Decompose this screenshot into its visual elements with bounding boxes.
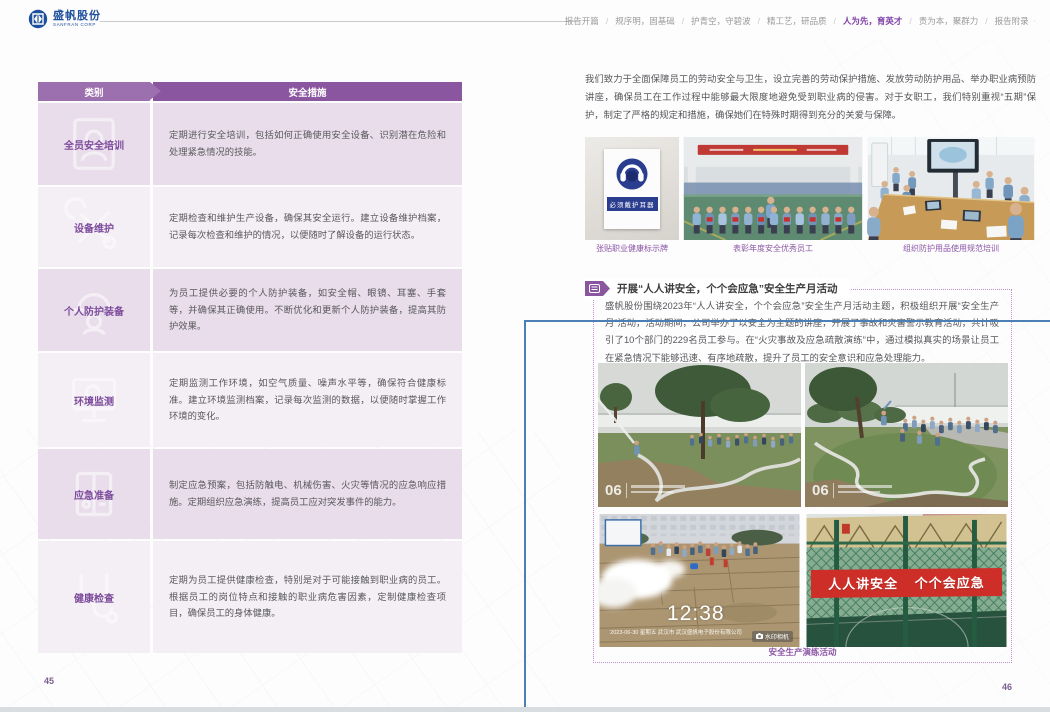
photo-badge: 06	[812, 483, 892, 498]
nav-item-appendix[interactable]: 报告附录	[978, 15, 1028, 27]
annotation-line-vertical	[524, 320, 526, 712]
measure-cell: 定期监测工作环境，如空气质量、噪声水平等，确保符合健康标准。建立环境监测档案，记…	[153, 353, 462, 447]
photo-drill-hose: 06	[598, 363, 801, 507]
case-title: 开展“人人讲安全，个个会应急”安全生产月活动	[585, 278, 850, 299]
photo-drill-assembly: 06	[805, 363, 1008, 507]
photo-caption: 表彰年度安全优秀员工	[683, 243, 863, 254]
table-row: 全员安全培训 定期进行安全培训，包括如何正确使用安全设备、识别潜在危险和处理紧急…	[38, 103, 462, 185]
table-row: 设备维护 定期检查和维护生产设备，确保其安全运行。建立设备维护档案，记录每次检查…	[38, 187, 462, 267]
photo-awarded-employees	[683, 137, 863, 240]
photo-extinguisher-drill: 12:38 2023-06-30 星期五 武汉市 武汉盛帆电子股份有限公司 水印…	[598, 514, 801, 647]
photo-timestamp: 12:38	[667, 602, 725, 626]
category-label: 健康检查	[74, 590, 114, 605]
mandatory-sign-card: 必须戴护耳器	[604, 149, 660, 229]
category-label: 应急准备	[74, 487, 114, 502]
intro-paragraph: 我们致力于全面保障员工的劳动安全与卫生，设立完善的劳动保护措施、发放劳动防护用品…	[585, 70, 1036, 124]
safety-month-case-box: 开展“人人讲安全，个个会应急”安全生产月活动 盛帆股份围绕2023年“人人讲安全…	[593, 289, 1012, 663]
col-header-category: 类别	[38, 82, 150, 101]
nav-item-people-active[interactable]: 人为先，育英才	[826, 15, 902, 27]
nav-suffix-dot: ·	[1034, 18, 1036, 25]
drill-photos-caption: 安全生产演练活动	[594, 646, 1011, 658]
category-cell: 健康检查	[38, 541, 150, 653]
measure-cell: 制定应急预案，包括防触电、机械伤害、火灾等情况的应急响应措施。定期组织应急演练，…	[153, 449, 462, 539]
company-logo: 盛帆股份 SANFRAN CORP	[28, 9, 101, 29]
intro-caption-row: 张贴职业健康标示牌 表彰年度安全优秀员工 组织防护用品使用规范培训	[585, 243, 1035, 254]
category-cell: 个人防护装备	[38, 269, 150, 351]
measure-text: 定期进行安全培训，包括如何正确使用安全设备、识别潜在危险和处理紧急情况的技能。	[169, 127, 446, 160]
case-title-text: 开展“人人讲安全，个个会应急”安全生产月活动	[617, 281, 838, 296]
company-name: 盛帆股份	[53, 10, 101, 22]
photo-timestamp-detail: 2023-06-30 星期五 武汉市 武汉盛帆电子股份有限公司	[610, 628, 742, 636]
company-logo-icon	[28, 9, 48, 29]
list-badge-icon	[585, 281, 610, 296]
nav-item-quality[interactable]: 精工艺，研品质	[751, 15, 827, 27]
measure-cell: 定期为员工提供健康检查，特别是对于可能接触到职业病的员工。根据员工的岗位特点和接…	[153, 541, 462, 653]
safety-banner: 人人讲安全 个个会应急	[811, 568, 1002, 598]
nav-item-responsibility[interactable]: 责为本，聚群力	[902, 15, 978, 27]
nav-item-governance[interactable]: 规序明，固基础	[599, 15, 675, 27]
annotation-line-horizontal	[524, 320, 1050, 322]
category-cell: 全员安全培训	[38, 103, 150, 185]
breadcrumb: 报告开篇 规序明，固基础 护青空，守碧波 精工艺，研品质 人为先，育英才 责为本…	[565, 15, 1036, 27]
category-cell: 应急准备	[38, 449, 150, 539]
page-number-left: 45	[44, 676, 54, 686]
watermark-badge: 水印相机	[752, 631, 793, 642]
col-header-measure: 安全措施	[153, 82, 462, 101]
header-divider	[100, 21, 576, 22]
bottom-bar	[0, 707, 1050, 712]
case-body-text: 盛帆股份围绕2023年“人人讲安全，个个会应急”安全生产月活动主题，积极组织开展…	[605, 298, 999, 367]
photo-health-sign: 必须戴护耳器	[585, 137, 679, 240]
photo-caption: 张贴职业健康标示牌	[585, 243, 679, 254]
category-label: 设备维护	[74, 220, 114, 235]
measure-text: 定期为员工提供健康检查，特别是对于可能接触到职业病的员工。根据员工的岗位特点和接…	[169, 572, 446, 622]
measure-cell: 定期进行安全培训，包括如何正确使用安全设备、识别潜在危险和处理紧急情况的技能。	[153, 103, 462, 185]
photo-caption: 组织防护用品使用规范培训	[867, 243, 1035, 254]
intro-photo-row: 必须戴护耳器	[585, 137, 1035, 240]
table-row: 个人防护装备 为员工提供必要的个人防护装备，如安全帽、眼镜、耳塞、手套等，并确保…	[38, 269, 462, 351]
page-number-right: 46	[1002, 682, 1012, 692]
table-row: 健康检查 定期为员工提供健康检查，特别是对于可能接触到职业病的员工。根据员工的岗…	[38, 541, 462, 653]
measure-text: 定期检查和维护生产设备，确保其安全运行。建立设备维护档案，记录每次检查和维护的情…	[169, 210, 446, 243]
photo-badge: 06	[605, 483, 685, 498]
measure-text: 制定应急预案，包括防触电、机械伤害、火灾等情况的应急响应措施。定期组织应急演练，…	[169, 477, 446, 510]
measure-text: 定期监测工作环境，如空气质量、噪声水平等，确保符合健康标准。建立环境监测档案，记…	[169, 375, 446, 425]
category-cell: 环境监测	[38, 353, 150, 447]
photo-ppe-training	[867, 137, 1035, 240]
category-label: 全员安全培训	[64, 137, 124, 152]
company-name-en: SANFRAN CORP	[53, 23, 101, 28]
table-row: 应急准备 制定应急预案，包括防触电、机械伤害、火灾等情况的应急响应措施。定期组织…	[38, 449, 462, 539]
category-label: 环境监测	[74, 393, 114, 408]
category-label: 个人防护装备	[64, 303, 124, 318]
photo-banner-court: 人人讲安全 个个会应急	[805, 514, 1008, 647]
nav-item-environment[interactable]: 护青空，守碧波	[675, 15, 751, 27]
category-cell: 设备维护	[38, 187, 150, 267]
sign-text: 必须戴护耳器	[607, 197, 658, 211]
measure-text: 为员工提供必要的个人防护装备，如安全帽、眼镜、耳塞、手套等，并确保其正确使用。不…	[169, 285, 446, 335]
measure-cell: 定期检查和维护生产设备，确保其安全运行。建立设备维护档案，记录每次检查和维护的情…	[153, 187, 462, 267]
table-row: 环境监测 定期监测工作环境，如空气质量、噪声水平等，确保符合健康标准。建立环境监…	[38, 353, 462, 447]
report-spread: 盛帆股份 SANFRAN CORP 报告开篇 规序明，固基础 护青空，守碧波 精…	[0, 0, 1050, 712]
table-header-row: 类别 安全措施	[38, 82, 462, 101]
safety-measures-table: 类别 安全措施 全员安全培训 定期进行安全培训，包括如何正确使用安全设备、识别潜…	[38, 82, 462, 655]
ear-protection-icon	[615, 157, 649, 191]
measure-cell: 为员工提供必要的个人防护装备，如安全帽、眼镜、耳塞、手套等，并确保其正确使用。不…	[153, 269, 462, 351]
camera-icon	[756, 633, 763, 639]
nav-item-opening[interactable]: 报告开篇	[565, 15, 599, 27]
